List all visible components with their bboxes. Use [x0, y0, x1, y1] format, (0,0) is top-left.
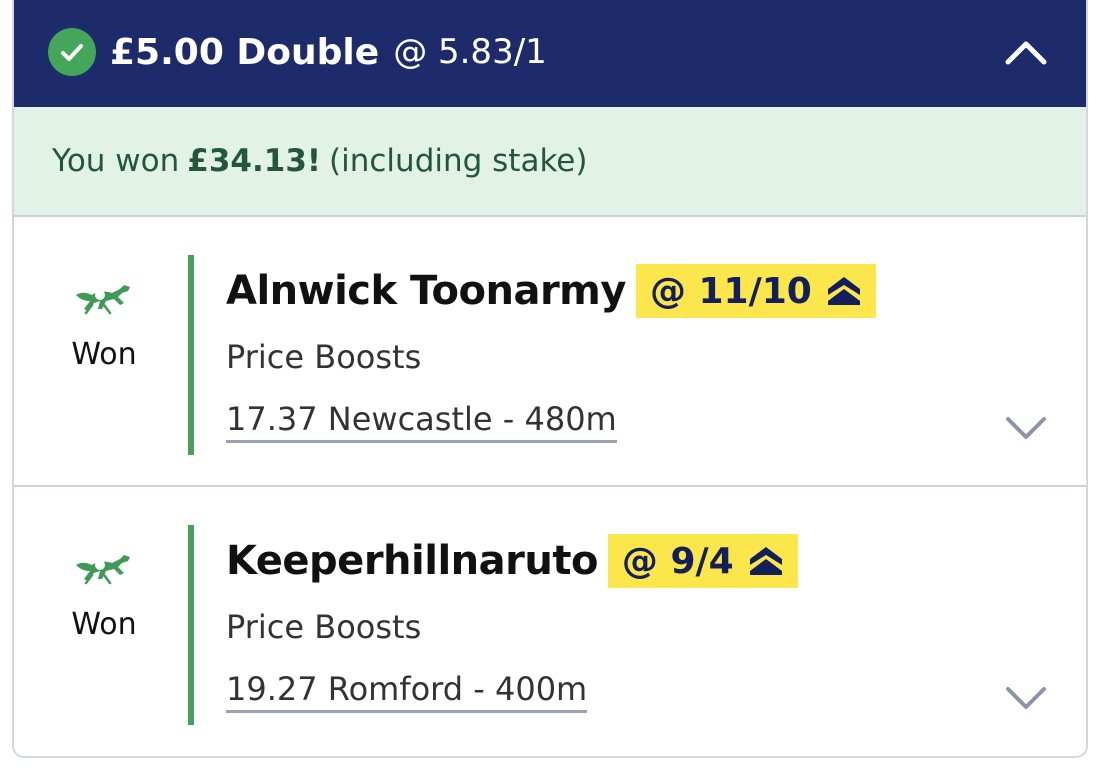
winnings-text: You won £34.13! (including stake): [52, 139, 587, 183]
bet-stake-type: £5.00 Double: [110, 31, 380, 73]
check-circle-icon: [48, 28, 96, 76]
bet-title: £5.00 Double @ 5.83/1: [110, 28, 547, 76]
bet-leg: Won Keeperhillnaruto @ 9/4 Price Boosts …: [14, 487, 1086, 756]
bet-odds: @ 5.83/1: [393, 32, 547, 72]
bet-leg: Won Alnwick Toonarmy @ 11/10 Price Boost…: [14, 217, 1086, 487]
chevron-down-icon[interactable]: [1002, 411, 1050, 443]
price-boost-icon: [827, 277, 860, 305]
selection-price: @ 9/4: [621, 540, 734, 582]
winnings-amount: £34.13!: [187, 143, 322, 179]
leg-result: Won: [71, 337, 137, 372]
greyhound-icon: [72, 281, 134, 317]
event-link[interactable]: 17.37 Newcastle - 480m: [226, 397, 617, 443]
bet-header[interactable]: £5.00 Double @ 5.83/1: [14, 0, 1086, 107]
winnings-prefix: You won: [52, 143, 180, 179]
greyhound-icon: [72, 551, 134, 587]
price-boost-icon: [749, 547, 782, 575]
price-badge: @ 9/4: [607, 534, 798, 588]
chevron-down-icon[interactable]: [1002, 681, 1050, 713]
selection-name: Keeperhillnaruto: [226, 538, 598, 584]
selection-name: Alnwick Toonarmy: [226, 268, 626, 314]
selection-line: Alnwick Toonarmy @ 11/10: [226, 263, 876, 319]
chevron-up-icon[interactable]: [1002, 32, 1050, 72]
price-badge: @ 11/10: [635, 264, 876, 318]
selection-line: Keeperhillnaruto @ 9/4: [226, 533, 798, 589]
market-name: Price Boosts: [226, 608, 422, 646]
result-status-bar: [188, 255, 194, 455]
selection-price: @ 11/10: [649, 270, 812, 312]
winnings-suffix: (including stake): [329, 143, 588, 179]
bet-card: £5.00 Double @ 5.83/1 You won £34.13! (i…: [12, 0, 1088, 758]
event-link[interactable]: 19.27 Romford - 400m: [226, 667, 588, 713]
result-status-bar: [188, 525, 194, 725]
market-name: Price Boosts: [226, 338, 422, 376]
winnings-banner: You won £34.13! (including stake): [14, 107, 1086, 217]
leg-result: Won: [71, 607, 137, 642]
